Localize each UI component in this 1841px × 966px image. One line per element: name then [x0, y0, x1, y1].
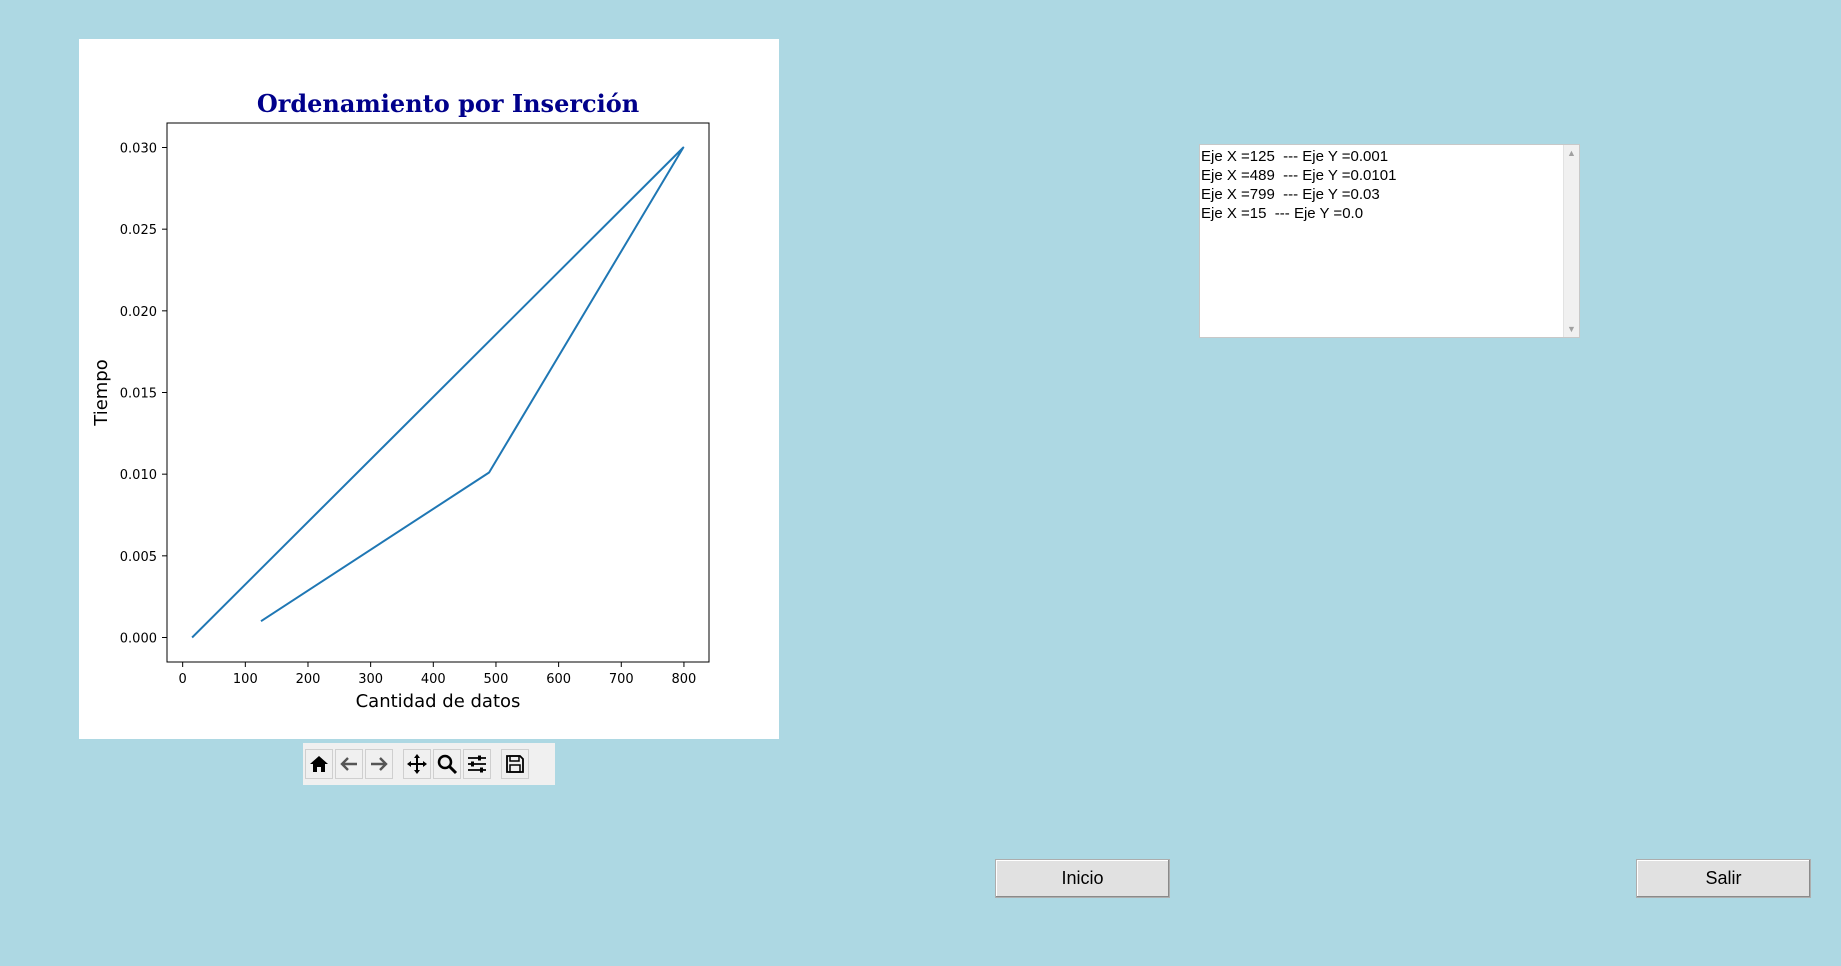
toolbar-separator — [395, 749, 403, 779]
x-axis-label: Cantidad de datos — [356, 691, 521, 712]
home-button[interactable] — [305, 749, 333, 779]
zoom-icon — [437, 754, 458, 775]
x-tick-label: 600 — [546, 672, 571, 687]
scroll-up-icon[interactable]: ▲ — [1564, 146, 1579, 160]
back-button[interactable] — [335, 749, 363, 779]
navigation-toolbar — [303, 743, 555, 785]
y-tick-label: 0.030 — [120, 142, 157, 157]
x-tick-label: 0 — [179, 672, 187, 687]
x-tick-label: 700 — [609, 672, 634, 687]
home-icon — [310, 756, 328, 772]
pan-button[interactable] — [403, 749, 431, 779]
pan-icon — [407, 754, 427, 774]
configure-subplots-icon — [468, 755, 486, 773]
scroll-down-icon[interactable]: ▼ — [1564, 322, 1579, 336]
toolbar-separator — [493, 749, 501, 779]
salir-button[interactable]: Salir — [1636, 859, 1811, 898]
back-arrow-icon — [340, 757, 357, 771]
y-axis-label: Tiempo — [91, 359, 112, 427]
forward-arrow-icon — [371, 757, 388, 771]
plot-canvas: Ordenamiento por Inserción 0 100 200 300 400 5… — [79, 39, 779, 739]
save-icon — [506, 755, 524, 773]
x-tick-label: 200 — [296, 672, 321, 687]
results-text-box[interactable]: Eje X =125 --- Eje Y =0.001 Eje X =489 -… — [1199, 144, 1580, 338]
x-tick-label: 500 — [484, 672, 509, 687]
y-tick-label: 0.025 — [120, 223, 157, 238]
inicio-button[interactable]: Inicio — [995, 859, 1170, 898]
x-tick-label: 300 — [358, 672, 383, 687]
forward-button[interactable] — [365, 749, 393, 779]
y-tick-label: 0.010 — [120, 468, 157, 483]
zoom-button[interactable] — [433, 749, 461, 779]
y-tick-label: 0.015 — [120, 387, 157, 402]
results-text[interactable]: Eje X =125 --- Eje Y =0.001 Eje X =489 -… — [1200, 145, 1563, 337]
series-line — [191, 146, 685, 639]
y-tick-label: 0.000 — [120, 632, 157, 647]
x-tick-label: 800 — [672, 672, 697, 687]
y-tick-label: 0.005 — [120, 550, 157, 565]
vertical-scrollbar[interactable]: ▲ ▼ — [1563, 145, 1579, 337]
save-button[interactable] — [501, 749, 529, 779]
x-tick-label: 400 — [421, 672, 446, 687]
line-chart: Ordenamiento por Inserción 0 100 200 300 400 5… — [91, 89, 710, 712]
x-tick-label: 100 — [233, 672, 258, 687]
chart-title: Ordenamiento por Inserción — [257, 89, 639, 118]
configure-subplots-button[interactable] — [463, 749, 491, 779]
y-tick-label: 0.020 — [120, 305, 157, 320]
